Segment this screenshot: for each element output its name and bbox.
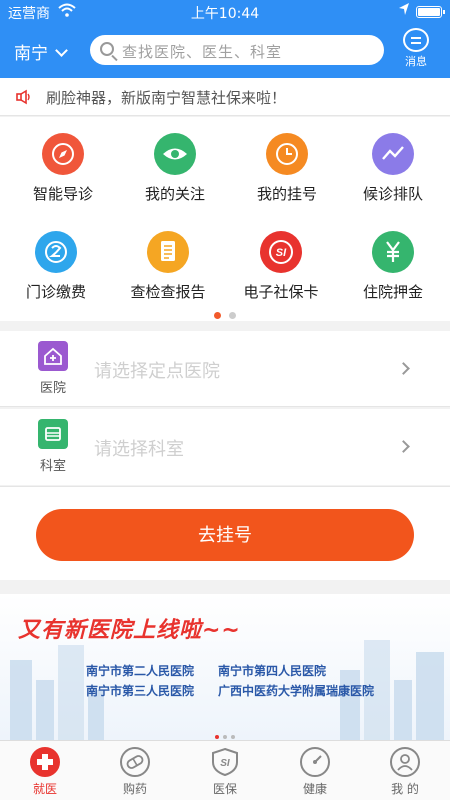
svg-text:SI: SI bbox=[276, 247, 287, 259]
status-bar: 运营商 上午10:44 bbox=[0, 0, 450, 24]
location-arrow-icon bbox=[398, 2, 410, 20]
si-card-icon: SI bbox=[260, 231, 302, 273]
hospital-caption: 医院 bbox=[39, 381, 66, 396]
notice-bar[interactable]: 刷脸神器，新版南宁智慧社保来啦！ bbox=[0, 78, 450, 116]
banner-dot bbox=[223, 735, 227, 739]
service-queue[interactable]: 候诊排队 bbox=[337, 133, 449, 204]
service-label: 电子社保卡 bbox=[243, 283, 319, 301]
promo-banner[interactable]: 又有新医院上线啦~~ 南宁市第二人民医院 南宁市第四人民医院 南宁市第三人民医院… bbox=[0, 594, 450, 740]
service-label: 查检查报告 bbox=[130, 283, 206, 301]
tab-insurance[interactable]: SI 医保 bbox=[180, 747, 270, 797]
service-my-follows[interactable]: 我的关注 bbox=[119, 133, 231, 204]
shield-si-icon: SI bbox=[210, 747, 240, 777]
user-icon bbox=[390, 747, 420, 777]
banner-hospital: 南宁市第三人民医院 bbox=[86, 684, 195, 698]
register-button[interactable]: 去挂号 bbox=[36, 509, 414, 561]
service-label: 我的挂号 bbox=[256, 185, 317, 203]
service-smart-triage[interactable]: 智能导诊 bbox=[7, 133, 119, 204]
notice-text: 刷脸神器，新版南宁智慧社保来啦！ bbox=[46, 89, 287, 107]
tab-health[interactable]: 健康 bbox=[270, 747, 360, 797]
service-hospital-deposit[interactable]: 住院押金 bbox=[337, 231, 449, 302]
city-selector[interactable]: 南宁 bbox=[14, 39, 68, 64]
svg-text:SI: SI bbox=[220, 758, 230, 769]
status-time: 上午10:44 bbox=[190, 6, 260, 22]
page-indicator bbox=[0, 304, 450, 323]
tab-label: 购药 bbox=[122, 782, 147, 796]
eye-icon bbox=[154, 133, 196, 175]
department-placeholder: 请选择科室 bbox=[94, 439, 184, 460]
city-label: 南宁 bbox=[14, 44, 48, 64]
coin-icon bbox=[35, 231, 77, 273]
tab-label: 健康 bbox=[302, 782, 327, 796]
banner-dot bbox=[231, 735, 235, 739]
banner-hospital: 南宁市第四人民医院 bbox=[218, 664, 327, 678]
gauge-icon bbox=[300, 747, 330, 777]
tab-mine[interactable]: 我 的 bbox=[360, 747, 450, 797]
page-dot bbox=[229, 312, 236, 319]
banner-headline: 又有新医院上线啦~~ bbox=[18, 618, 241, 643]
speaker-icon bbox=[16, 89, 32, 105]
service-outpatient-payment[interactable]: 门诊缴费 bbox=[0, 231, 112, 302]
service-label: 候诊排队 bbox=[362, 185, 423, 203]
search-placeholder: 查找医院、医生、科室 bbox=[122, 43, 283, 61]
service-grid: 智能导诊 我的关注 我的挂号 候诊排队 门诊缴费 查检查报告 SI 电子社保卡 … bbox=[0, 117, 450, 321]
banner-dot bbox=[215, 735, 219, 739]
service-label: 我的关注 bbox=[144, 185, 205, 203]
chevron-right-icon bbox=[397, 440, 410, 453]
hospital-icon bbox=[38, 341, 68, 371]
service-e-social-card[interactable]: SI 电子社保卡 bbox=[225, 231, 337, 302]
banner-hospital: 南宁市第二人民医院 bbox=[86, 664, 195, 678]
service-check-report[interactable]: 查检查报告 bbox=[112, 231, 224, 302]
top-header: 南宁 查找医院、医生、科室 消息 bbox=[0, 24, 450, 78]
pill-icon bbox=[120, 747, 150, 777]
banner-indicator bbox=[0, 724, 450, 740]
page-dot bbox=[214, 312, 221, 319]
clock-icon bbox=[266, 133, 308, 175]
chevron-right-icon bbox=[397, 362, 410, 375]
register-section: 去挂号 bbox=[0, 486, 450, 580]
messages-button[interactable]: 消息 bbox=[396, 28, 436, 69]
battery-icon bbox=[416, 6, 445, 18]
messages-label: 消息 bbox=[405, 55, 427, 68]
department-caption: 科室 bbox=[39, 459, 66, 474]
tab-label: 我 的 bbox=[391, 782, 419, 796]
banner-hospital: 广西中医药大学附属瑞康医院 bbox=[218, 684, 375, 698]
search-icon bbox=[100, 42, 114, 56]
department-icon bbox=[38, 419, 68, 449]
service-my-registration[interactable]: 我的挂号 bbox=[231, 133, 343, 204]
department-select-row[interactable]: 科室 请选择科室 bbox=[0, 409, 450, 485]
search-input[interactable]: 查找医院、医生、科室 bbox=[90, 35, 384, 65]
trend-icon bbox=[372, 133, 414, 175]
tab-pharmacy[interactable]: 购药 bbox=[90, 747, 180, 797]
chevron-down-icon bbox=[55, 44, 68, 57]
bottom-tab-bar: 就医 购药 SI 医保 健康 我 的 bbox=[0, 740, 450, 800]
compass-icon bbox=[42, 133, 84, 175]
message-bubble-icon bbox=[403, 28, 429, 52]
tab-medical[interactable]: 就医 bbox=[0, 747, 90, 797]
hospital-select-row[interactable]: 医院 请选择定点医院 bbox=[0, 331, 450, 407]
report-icon bbox=[147, 231, 189, 273]
service-label: 门诊缴费 bbox=[25, 283, 86, 301]
medical-cross-icon bbox=[30, 747, 60, 777]
service-label: 智能导诊 bbox=[32, 185, 93, 203]
yuan-icon bbox=[372, 231, 414, 273]
hospital-placeholder: 请选择定点医院 bbox=[94, 361, 220, 382]
service-label: 住院押金 bbox=[362, 283, 423, 301]
tab-label: 就医 bbox=[32, 782, 57, 796]
tab-label: 医保 bbox=[212, 782, 237, 796]
